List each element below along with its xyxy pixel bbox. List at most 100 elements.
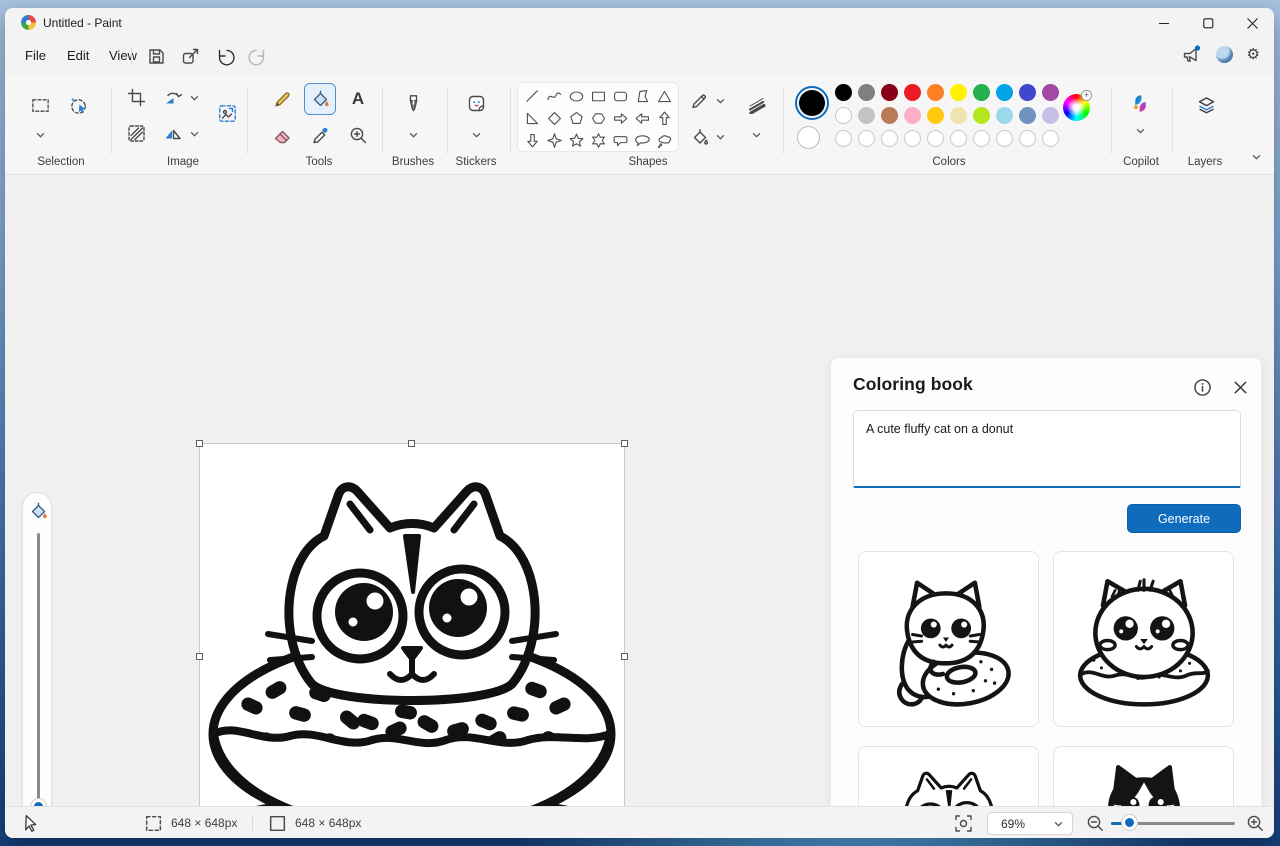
selection-handle-n[interactable]: [408, 440, 415, 447]
shape-star-4[interactable]: [543, 129, 565, 151]
palette-color[interactable]: [1019, 84, 1036, 101]
result-thumbnail-1[interactable]: [858, 551, 1039, 727]
stickers-button[interactable]: [461, 88, 491, 118]
palette-color[interactable]: [858, 84, 875, 101]
palette-empty-slot[interactable]: [881, 130, 898, 147]
resize-image-tool[interactable]: [212, 98, 242, 128]
fill-opacity-slider[interactable]: [22, 492, 52, 830]
zoom-level-dropdown[interactable]: 69%: [987, 812, 1073, 835]
palette-empty-slot[interactable]: [858, 130, 875, 147]
shape-ellipse[interactable]: [565, 85, 587, 107]
shape-lightning[interactable]: [543, 151, 565, 152]
panel-close-icon[interactable]: [1229, 376, 1251, 398]
shape-arrow-right[interactable]: [609, 107, 631, 129]
shape-line[interactable]: [521, 85, 543, 107]
palette-color[interactable]: [950, 84, 967, 101]
zoom-slider-thumb[interactable]: [1122, 815, 1137, 830]
brushes-dropdown-chevron-icon[interactable]: [406, 130, 420, 140]
stickers-dropdown-chevron-icon[interactable]: [469, 130, 483, 140]
shape-callout-oval[interactable]: [631, 129, 653, 151]
palette-color[interactable]: [904, 84, 921, 101]
selection-dropdown-chevron-icon[interactable]: [33, 130, 47, 140]
shape-polygon[interactable]: [631, 85, 653, 107]
palette-color[interactable]: [881, 107, 898, 124]
magnifier-tool[interactable]: [343, 120, 373, 150]
selection-handle-e[interactable]: [621, 653, 628, 660]
palette-empty-slot[interactable]: [973, 130, 990, 147]
stroke-size-button[interactable]: [741, 88, 771, 118]
canvas-selection[interactable]: [200, 444, 624, 838]
text-tool[interactable]: A: [343, 84, 373, 114]
shape-outline-button[interactable]: [687, 86, 711, 116]
palette-color[interactable]: [1042, 84, 1059, 101]
settings-gear-icon[interactable]: ⚙: [1247, 47, 1260, 62]
fit-to-screen-button[interactable]: [953, 807, 974, 838]
pencil-tool[interactable]: [267, 84, 297, 114]
fill-tool[interactable]: [305, 84, 335, 114]
share-icon[interactable]: [177, 44, 203, 68]
remove-background-tool[interactable]: [121, 118, 151, 148]
palette-color[interactable]: [927, 107, 944, 124]
palette-empty-slot[interactable]: [950, 130, 967, 147]
generate-button[interactable]: Generate: [1127, 504, 1241, 533]
shape-triangle[interactable]: [653, 85, 675, 107]
menu-edit[interactable]: Edit: [61, 46, 95, 65]
shape-star-6[interactable]: [587, 129, 609, 151]
palette-color[interactable]: [1019, 107, 1036, 124]
stroke-size-chevron-icon[interactable]: [749, 130, 763, 140]
palette-color[interactable]: [1042, 107, 1059, 124]
shape-rounded-rectangle[interactable]: [609, 85, 631, 107]
layers-button[interactable]: [1191, 90, 1221, 120]
maximize-button[interactable]: [1186, 8, 1230, 38]
rotate-dropdown-chevron-icon[interactable]: [187, 93, 201, 103]
palette-color[interactable]: [904, 107, 921, 124]
copilot-dropdown-chevron-icon[interactable]: [1133, 126, 1147, 136]
copilot-button[interactable]: [1125, 88, 1155, 118]
shape-heart[interactable]: [521, 151, 543, 152]
slider-track[interactable]: [37, 533, 40, 801]
zoom-in-button[interactable]: [1245, 807, 1266, 838]
shape-star-5[interactable]: [565, 129, 587, 151]
palette-color[interactable]: [835, 84, 852, 101]
palette-color[interactable]: [996, 84, 1013, 101]
smart-select-tool[interactable]: [63, 90, 93, 120]
ribbon-collapse-chevron-icon[interactable]: [1249, 152, 1263, 162]
shape-callout-rounded[interactable]: [609, 129, 631, 151]
crop-tool[interactable]: [121, 82, 151, 112]
palette-color[interactable]: [858, 107, 875, 124]
prompt-input[interactable]: A cute fluffy cat on a donut: [854, 411, 1240, 486]
palette-color[interactable]: [973, 84, 990, 101]
result-thumbnail-2[interactable]: [1053, 551, 1234, 727]
eraser-tool[interactable]: [267, 120, 297, 150]
palette-empty-slot[interactable]: [996, 130, 1013, 147]
shape-fill-button[interactable]: [687, 122, 711, 152]
shape-hexagon[interactable]: [587, 107, 609, 129]
flip-dropdown-chevron-icon[interactable]: [187, 129, 201, 139]
shape-outline-chevron-icon[interactable]: [713, 96, 727, 106]
palette-color[interactable]: [950, 107, 967, 124]
save-icon[interactable]: [143, 44, 169, 68]
selection-handle-nw[interactable]: [196, 440, 203, 447]
menu-file[interactable]: File: [19, 46, 52, 65]
palette-empty-slot[interactable]: [1019, 130, 1036, 147]
shape-arrow-up[interactable]: [653, 107, 675, 129]
palette-color[interactable]: [927, 84, 944, 101]
primary-color-swatch[interactable]: [799, 90, 825, 116]
selection-handle-ne[interactable]: [621, 440, 628, 447]
rotate-tool[interactable]: [157, 82, 187, 112]
palette-empty-slot[interactable]: [1042, 130, 1059, 147]
shape-arrow-left[interactable]: [631, 107, 653, 129]
info-icon[interactable]: [1191, 376, 1213, 398]
shape-callout-cloud[interactable]: [653, 129, 675, 151]
shape-fill-chevron-icon[interactable]: [713, 132, 727, 142]
rectangle-select-tool[interactable]: [25, 90, 55, 120]
undo-icon[interactable]: [212, 44, 238, 68]
feedback-megaphone-icon[interactable]: [1181, 44, 1202, 65]
shape-pentagon[interactable]: [565, 107, 587, 129]
shape-right-triangle[interactable]: [521, 107, 543, 129]
minimize-button[interactable]: [1142, 8, 1186, 38]
account-avatar[interactable]: [1216, 46, 1233, 63]
menu-view[interactable]: View: [103, 46, 143, 65]
zoom-out-button[interactable]: [1085, 807, 1106, 838]
palette-color[interactable]: [881, 84, 898, 101]
